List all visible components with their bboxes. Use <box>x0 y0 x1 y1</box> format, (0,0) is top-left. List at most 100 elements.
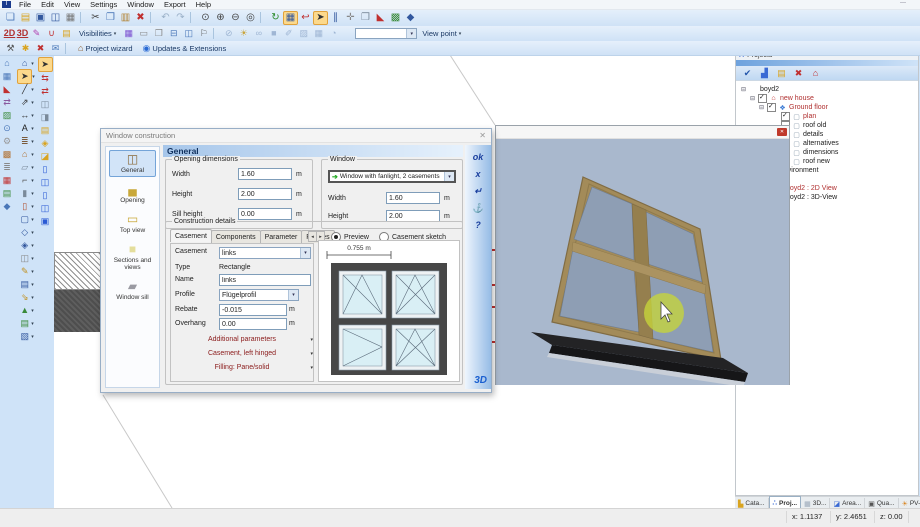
background-image-icon[interactable]: ▨ <box>1 109 14 122</box>
tree-expander[interactable]: ⊟ <box>759 104 767 111</box>
wall-edit-icon[interactable]: ⇄ <box>39 85 52 98</box>
cascade-windows-icon[interactable]: ❐ <box>151 27 166 40</box>
visibility-matrix-icon[interactable]: ▦ <box>121 27 136 40</box>
panel-check-icon[interactable]: ✔ <box>739 68 756 79</box>
french-window-tool-icon[interactable]: ▯ <box>39 189 52 202</box>
building-levels-icon[interactable]: ⌂ <box>1 57 14 70</box>
save-icon[interactable]: ▣ <box>33 11 48 24</box>
additional-parameters-link[interactable]: Additional parameters ▾ <box>177 336 307 343</box>
column-display-icon[interactable]: ∥ <box>328 11 343 24</box>
roof-tool-icon[interactable]: ⌂ <box>18 148 31 161</box>
dialog-nav-opening[interactable]: ▄ Opening <box>109 180 156 207</box>
menu-window[interactable]: Window <box>122 0 159 9</box>
tree-checkbox[interactable] <box>767 103 776 112</box>
clock-icon[interactable]: ◔ <box>326 27 341 40</box>
apply-button[interactable]: ↵ <box>465 186 491 196</box>
roof-view-icon[interactable]: ◣ <box>1 83 14 96</box>
brush-icon[interactable]: ✎ <box>29 27 44 40</box>
select-mode-icon[interactable]: ➤ <box>313 11 328 25</box>
tree-item-boyd2[interactable]: ⊟ boyd2 <box>739 85 918 94</box>
preview-3d-button[interactable]: 3D <box>474 375 487 386</box>
menu-view[interactable]: View <box>59 0 85 9</box>
zoom-icon[interactable]: ⊙ <box>198 11 213 24</box>
menu-export[interactable]: Export <box>159 0 191 9</box>
select-tool-icon[interactable]: ➤ <box>17 69 32 84</box>
copy-view-icon[interactable]: ❐ <box>358 11 373 24</box>
paste-icon[interactable]: ▥ <box>118 11 133 24</box>
updates-extensions-button[interactable]: ◉ Updates & Extensions <box>138 43 232 54</box>
viewpoint-button[interactable]: View point ▾ <box>417 29 466 38</box>
measure-icon[interactable]: ✛ <box>343 11 358 24</box>
sketch-tool-icon[interactable]: ✎ <box>18 265 31 278</box>
door-tool-icon[interactable]: ▤ <box>39 124 52 137</box>
project-transfer-icon[interactable]: ⇄ <box>1 96 14 109</box>
tools-icon[interactable]: ⚒ <box>3 42 18 55</box>
column-tool-icon[interactable]: ▮ <box>18 187 31 200</box>
slab-tool-icon[interactable]: ▱ <box>18 161 31 174</box>
folder-icon[interactable]: ▤ <box>59 27 74 40</box>
import-tool-icon[interactable]: ⇘ <box>18 291 31 304</box>
overhang-field[interactable] <box>219 318 287 330</box>
panel-statistics-icon[interactable]: ▟ <box>756 68 773 79</box>
copy-icon[interactable]: ❐ <box>103 11 118 24</box>
cut-tool-icon[interactable]: ⌐ <box>18 174 31 187</box>
dialog-nav-general[interactable]: ◫ General <box>109 150 156 177</box>
sill-height-field[interactable] <box>238 208 292 220</box>
element-tool-icon[interactable]: ◫ <box>18 252 31 265</box>
polyline-tool-icon[interactable]: ⇗ <box>18 96 31 109</box>
estimate-icon[interactable]: ≣ <box>1 161 14 174</box>
door-swing-icon[interactable]: ◈ <box>39 137 52 150</box>
cut-icon[interactable]: ✂ <box>88 11 103 24</box>
texture-catalog-icon[interactable]: ▩ <box>1 148 14 161</box>
tab-components[interactable]: Components <box>211 230 261 243</box>
view-3d-titlebar[interactable]: ✕ <box>496 126 789 139</box>
viewpoint-select[interactable]: ▾ <box>355 28 417 39</box>
zoom-section-icon[interactable]: ◎ <box>243 11 258 24</box>
menu-file[interactable]: File <box>14 0 36 9</box>
delete-icon[interactable]: ✖ <box>133 11 148 24</box>
dialog-titlebar[interactable]: Window construction ✕ <box>101 129 491 143</box>
plant-tool-icon[interactable]: ▤ <box>18 317 31 330</box>
bay-window-tool-icon[interactable]: ◫ <box>39 202 52 215</box>
print-icon[interactable]: ▦ <box>63 11 78 24</box>
tree-item-plan[interactable]: ▢ plan <box>739 112 918 121</box>
gate-tool-icon[interactable]: ◪ <box>39 150 52 163</box>
tree-checkbox[interactable] <box>758 94 767 103</box>
surface-icon[interactable]: ■ <box>266 27 281 40</box>
tab-casement[interactable]: Casement <box>170 229 212 242</box>
opening-width-field[interactable] <box>238 168 292 180</box>
shield-icon[interactable]: ◆ <box>1 200 14 213</box>
wall-tool-icon[interactable]: ⇆ <box>39 72 52 85</box>
tree-expander[interactable]: ⊟ <box>750 95 758 102</box>
chimney-tool-icon[interactable]: ▯ <box>18 200 31 213</box>
texture-icon[interactable]: ▨ <box>296 27 311 40</box>
profile-select[interactable]: Flügelprofil ▾ <box>219 289 299 301</box>
virtual-wall-icon[interactable]: ◫ <box>39 98 52 111</box>
view-3d-icon[interactable]: 3D <box>16 27 29 40</box>
undo-icon[interactable]: ↶ <box>158 11 173 24</box>
split-horizontal-icon[interactable]: ⊟ <box>166 27 181 40</box>
casement-hinge-link[interactable]: Casement, left hinged ▾ <box>177 350 307 357</box>
zoom-in-icon[interactable]: ⊕ <box>213 11 228 24</box>
window-minimize-button[interactable]: — <box>900 0 906 6</box>
terrain-tool-icon[interactable]: ▲ <box>18 304 31 317</box>
line-tool-icon[interactable]: ╱ <box>18 83 31 96</box>
settings-icon[interactable]: ⚙ <box>1 135 14 148</box>
guide-icon[interactable]: ◆ <box>403 11 418 24</box>
redo-icon[interactable]: ↷ <box>173 11 188 24</box>
magnet-icon[interactable]: ∪ <box>44 27 59 40</box>
dialog-nav-window-sill[interactable]: ▰ Window sill <box>109 277 156 304</box>
save-all-icon[interactable]: ◫ <box>48 11 63 24</box>
name-field[interactable] <box>219 274 311 286</box>
swap-icon[interactable]: ↩ <box>298 11 313 24</box>
camera-icon[interactable]: ⚐ <box>196 27 211 40</box>
tree-item-new-house[interactable]: ⊟ ⌂ new house <box>739 94 918 103</box>
cancel-button[interactable]: x <box>465 169 491 179</box>
opening-tool-icon[interactable]: ◨ <box>39 111 52 124</box>
refresh-icon[interactable]: ↻ <box>268 11 283 24</box>
ok-button[interactable]: ok <box>465 152 491 162</box>
link-icon[interactable]: ∞ <box>251 27 266 40</box>
dialog-nav-sections[interactable]: ■ Sections and views <box>109 240 156 274</box>
transfer-button[interactable]: ⚓ <box>465 203 491 213</box>
panel-home-icon[interactable]: ⌂ <box>807 68 824 79</box>
